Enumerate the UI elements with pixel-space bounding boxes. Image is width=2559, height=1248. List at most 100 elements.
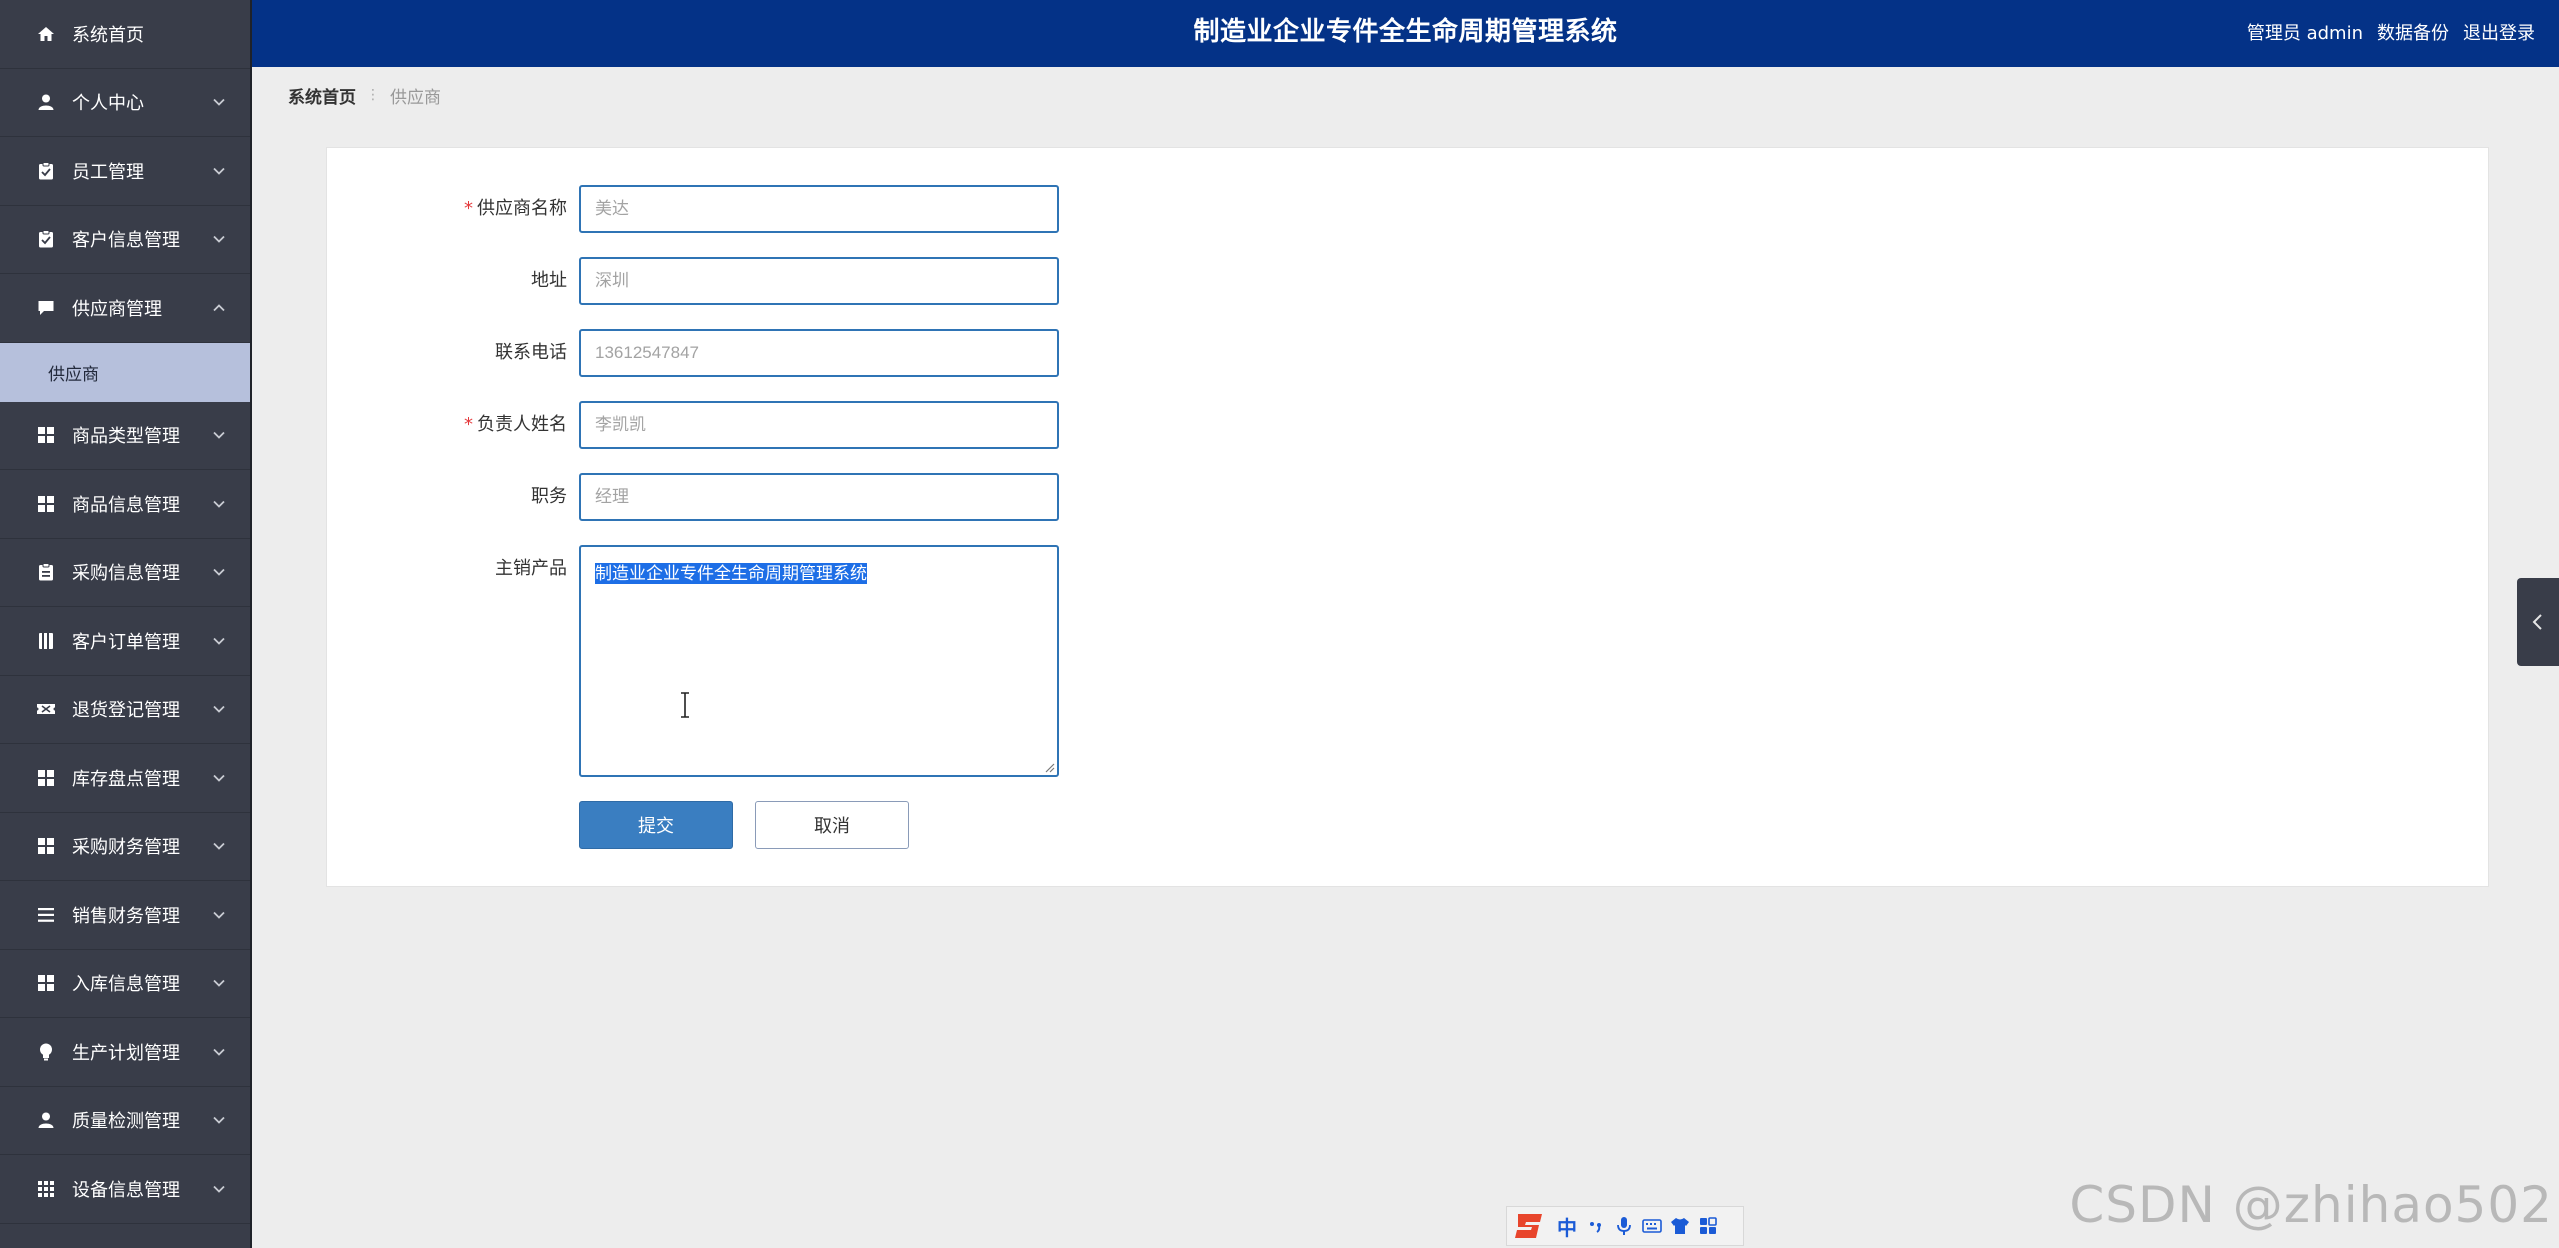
bulb-icon bbox=[36, 1042, 56, 1062]
sidebar-item-label: 库存盘点管理 bbox=[72, 768, 180, 790]
main-products-textarea[interactable]: 制造业企业专件全生命周期管理系统 bbox=[579, 545, 1059, 777]
address-label: 地址 bbox=[531, 270, 567, 291]
sidebar-subitem-supplier[interactable]: 供应商 bbox=[0, 342, 250, 402]
sidebar-item-label: 商品类型管理 bbox=[72, 426, 180, 448]
user-icon bbox=[36, 92, 56, 112]
sidebar-item-purchase-finance[interactable]: 采购财务管理 bbox=[0, 813, 250, 881]
manager-name-input[interactable] bbox=[579, 401, 1059, 449]
breadcrumb-separator-icon: ⋮ bbox=[366, 87, 380, 103]
sidebar-item-personal-center[interactable]: 个人中心 bbox=[0, 69, 250, 137]
position-input[interactable] bbox=[579, 473, 1059, 521]
form-row-address: 地址 bbox=[327, 257, 2488, 305]
main-products-selected-text: 制造业企业专件全生命周期管理系统 bbox=[595, 563, 867, 584]
cancel-button[interactable]: 取消 bbox=[755, 801, 909, 849]
user-icon bbox=[36, 1110, 56, 1130]
grid-icon bbox=[36, 973, 56, 993]
sidebar-item-label: 质量检测管理 bbox=[72, 1111, 180, 1133]
required-mark: * bbox=[464, 414, 473, 435]
skin-shirt-icon[interactable] bbox=[1669, 1215, 1691, 1237]
sidebar-item-label: 采购财务管理 bbox=[72, 837, 180, 859]
address-input[interactable] bbox=[579, 257, 1059, 305]
breadcrumb: 系统首页 ⋮ 供应商 bbox=[288, 80, 441, 110]
watermark-text: CSDN @zhihao502 bbox=[2069, 1176, 2553, 1234]
clipboard-icon bbox=[36, 562, 56, 582]
apps-icon bbox=[36, 1179, 56, 1199]
chevron-down-icon bbox=[213, 1117, 225, 1125]
sidebar-item-product-type[interactable]: 商品类型管理 bbox=[0, 402, 250, 470]
supplier-name-input[interactable] bbox=[579, 185, 1059, 233]
sidebar-item-sales-finance[interactable]: 销售财务管理 bbox=[0, 881, 250, 950]
breadcrumb-home[interactable]: 系统首页 bbox=[288, 83, 356, 108]
clipboard-icon bbox=[36, 229, 56, 249]
sidebar-item-purchase-info[interactable]: 采购信息管理 bbox=[0, 539, 250, 607]
app-title: 制造业企业专件全生命周期管理系统 bbox=[1193, 17, 1618, 47]
sidebar-item-label: 供应商管理 bbox=[72, 298, 162, 320]
sidebar-item-label: 个人中心 bbox=[72, 93, 144, 115]
sidebar-item-inventory-check[interactable]: 库存盘点管理 bbox=[0, 744, 250, 813]
sidebar-item-label: 设备信息管理 bbox=[72, 1179, 180, 1201]
required-mark: * bbox=[464, 198, 473, 219]
sidebar-item-label: 采购信息管理 bbox=[72, 563, 180, 585]
form-row-phone: 联系电话 bbox=[327, 329, 2488, 377]
sidebar-item-production-plan[interactable]: 生产计划管理 bbox=[0, 1018, 250, 1087]
admin-user-link[interactable]: 管理员 admin bbox=[2247, 19, 2363, 45]
manager-name-label: * 负责人姓名 bbox=[464, 414, 567, 435]
sidebar-item-label: 系统首页 bbox=[72, 24, 144, 46]
supplier-form-card: *供应商名称 地址 联系电话 *负责人姓名 职务 主销产品 制造业企业专件全生命… bbox=[326, 147, 2489, 887]
sidebar-item-warehousing-info[interactable]: 入库信息管理 bbox=[0, 950, 250, 1018]
chevron-left-icon bbox=[2532, 614, 2542, 630]
grid-icon bbox=[36, 494, 56, 514]
form-row-manager-name: * 负责人姓名 bbox=[327, 401, 2488, 449]
sidebar-item-product-info[interactable]: 商品信息管理 bbox=[0, 470, 250, 539]
sidebar-item-employee[interactable]: 员工管理 bbox=[0, 137, 250, 206]
sogou-logo-icon[interactable] bbox=[1511, 1209, 1549, 1243]
form-row-supplier-name: * 供应商名称 bbox=[327, 185, 2488, 233]
sidebar-item-equipment-info[interactable]: 设备信息管理 bbox=[0, 1155, 250, 1224]
microphone-icon[interactable] bbox=[1613, 1215, 1635, 1237]
chevron-down-icon bbox=[213, 980, 225, 988]
ime-toolbar: 中 bbox=[1506, 1206, 1744, 1246]
logout-link[interactable]: 退出登录 bbox=[2463, 19, 2535, 45]
sidebar-item-label: 员工管理 bbox=[72, 161, 144, 183]
phone-label: 联系电话 bbox=[495, 342, 567, 363]
grid-icon bbox=[36, 768, 56, 788]
chevron-down-icon bbox=[213, 432, 225, 440]
sidebar-item-supplier-management[interactable]: 供应商管理 bbox=[0, 274, 250, 343]
sidebar-item-label: 销售财务管理 bbox=[72, 905, 180, 927]
resize-handle-icon[interactable] bbox=[1043, 761, 1055, 773]
chevron-down-icon bbox=[213, 569, 225, 577]
sidebar: 系统首页 个人中心 员工管理 客户信息管理 供应商管理 供应商 商品类型管理 商… bbox=[0, 0, 252, 1248]
ime-mode-indicator[interactable]: 中 bbox=[1555, 1212, 1579, 1241]
keyboard-icon[interactable] bbox=[1641, 1215, 1663, 1237]
form-row-position: 职务 bbox=[327, 473, 2488, 521]
sidebar-item-label: 客户信息管理 bbox=[72, 230, 180, 252]
sidebar-item-customer-order[interactable]: 客户订单管理 bbox=[0, 607, 250, 676]
chevron-down-icon bbox=[213, 99, 225, 107]
header-links: 管理员 admin 数据备份 退出登录 bbox=[2247, 0, 2535, 64]
sidebar-item-home[interactable]: 系统首页 bbox=[0, 0, 250, 69]
sidebar-subitem-label: 供应商 bbox=[48, 364, 99, 385]
sidebar-item-quality-inspection[interactable]: 质量检测管理 bbox=[0, 1087, 250, 1155]
submit-button[interactable]: 提交 bbox=[579, 801, 733, 849]
panel-collapse-tab[interactable] bbox=[2517, 578, 2559, 666]
book-icon bbox=[36, 631, 56, 651]
chevron-down-icon bbox=[213, 500, 225, 508]
sidebar-item-return-registration[interactable]: 退货登记管理 bbox=[0, 676, 250, 744]
punctuation-icon[interactable] bbox=[1585, 1215, 1607, 1237]
phone-input[interactable] bbox=[579, 329, 1059, 377]
toolbox-grid-icon[interactable] bbox=[1697, 1215, 1719, 1237]
chevron-down-icon bbox=[213, 1185, 225, 1193]
chevron-down-icon bbox=[213, 637, 225, 645]
main-products-label: 主销产品 bbox=[495, 558, 567, 579]
chevron-down-icon bbox=[213, 236, 225, 244]
clipboard-icon bbox=[36, 161, 56, 181]
ticket-icon bbox=[36, 699, 56, 719]
sidebar-item-label: 退货登记管理 bbox=[72, 700, 180, 722]
supplier-name-label: * 供应商名称 bbox=[464, 198, 567, 219]
sidebar-item-customer-info[interactable]: 客户信息管理 bbox=[0, 206, 250, 274]
data-backup-link[interactable]: 数据备份 bbox=[2377, 19, 2449, 45]
position-label: 职务 bbox=[531, 486, 567, 507]
chevron-down-icon bbox=[213, 1048, 225, 1056]
grid-icon bbox=[36, 425, 56, 445]
sidebar-item-label: 商品信息管理 bbox=[72, 494, 180, 516]
